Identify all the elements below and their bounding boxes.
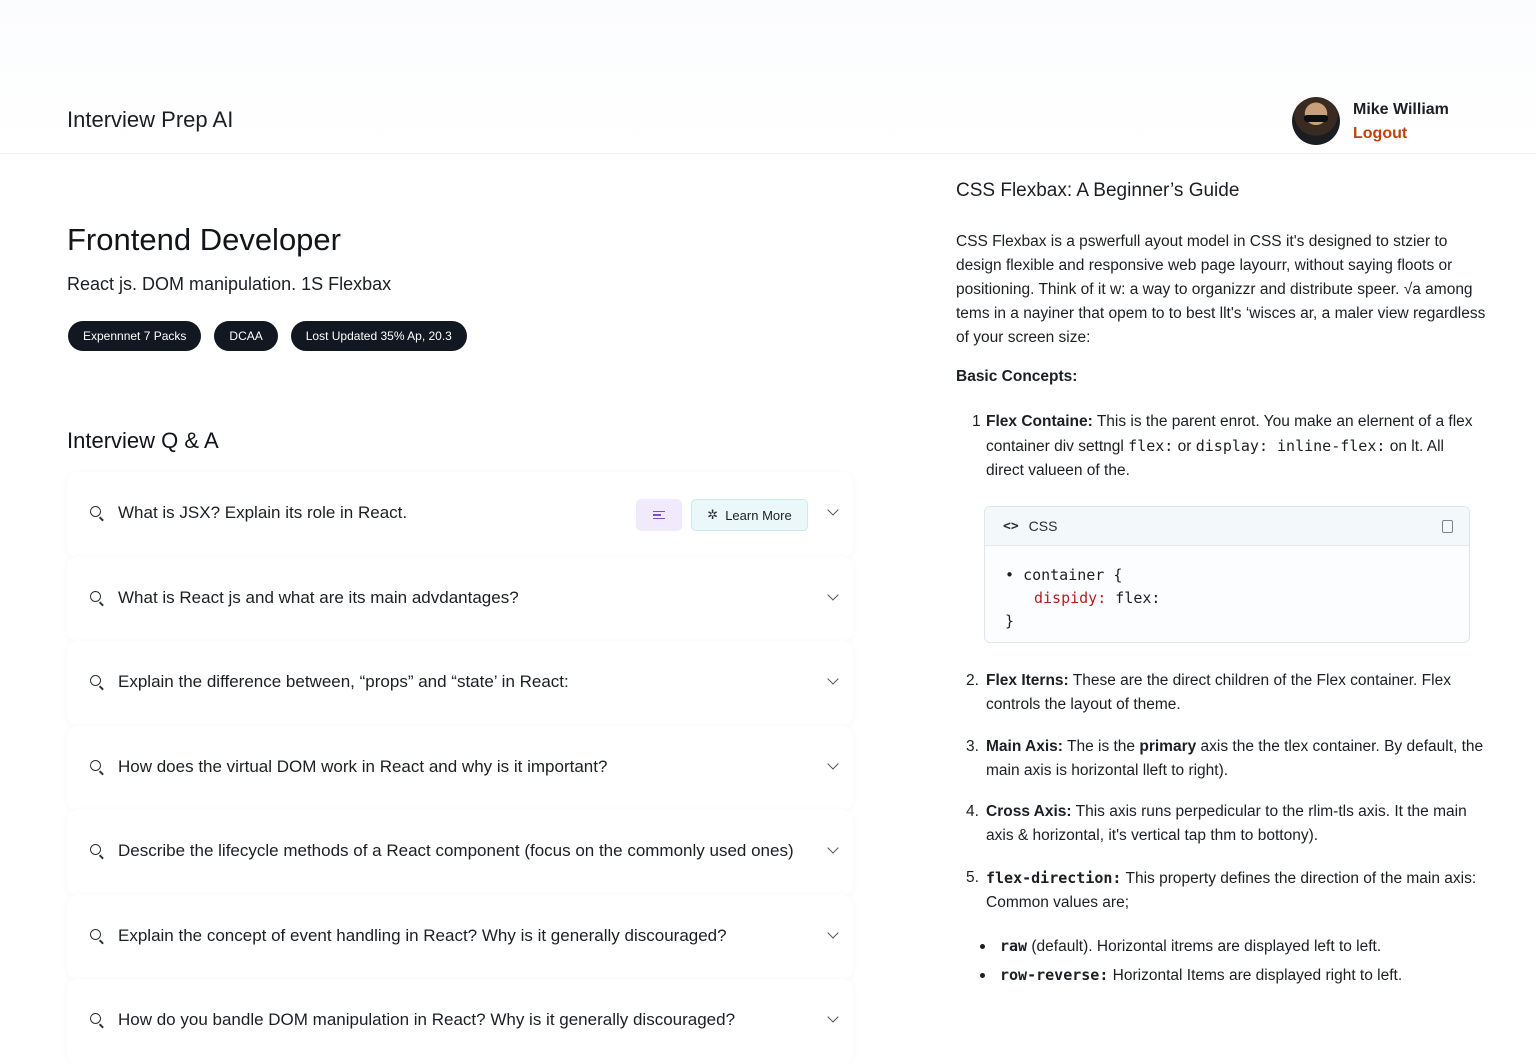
- code-block-header: <> CSS: [985, 507, 1469, 546]
- item-number: 5.: [966, 869, 979, 886]
- concepts-heading: Basic Concepts:: [956, 368, 1078, 385]
- guide-intro: CSS Flexbax is a pswerfull ayout model i…: [956, 233, 1486, 346]
- flex-direction-values: raw (default). Horizontal itrems are dis…: [979, 932, 1403, 990]
- concept-item-4: 4. Cross Axis: This axis runs perpedicul…: [966, 800, 1496, 848]
- qa-item[interactable]: What is React js and what are its main a…: [67, 556, 853, 641]
- qa-list: What is JSX? Explain its role in React. …: [67, 472, 853, 1064]
- value-text: Horizontal Items are displayed right to …: [1108, 967, 1403, 984]
- code-icon: <>: [1003, 518, 1019, 534]
- qa-item[interactable]: How do you bandle DOM manipulation in Re…: [67, 979, 853, 1064]
- value-text: (default). Horizontal itrems are display…: [1027, 938, 1382, 955]
- qa-item[interactable]: Explain the concept of event handling in…: [67, 894, 853, 979]
- concept-text: The is the: [1062, 738, 1140, 755]
- item-number: 4.: [966, 803, 979, 820]
- code-line: container {: [1023, 566, 1123, 584]
- avatar-glasses: [1304, 115, 1328, 122]
- logout-link[interactable]: Logout: [1353, 125, 1407, 143]
- item-number: 2.: [966, 672, 979, 689]
- question-icon: [90, 506, 101, 517]
- concept-item-1: 1 Flex Containe: This is the parent enro…: [972, 410, 1474, 483]
- question-text: Explain the concept of event handling in…: [118, 925, 727, 945]
- concept-term: Cross Axis:: [986, 803, 1072, 820]
- chevron-down-icon[interactable]: [827, 926, 839, 939]
- user-avatar[interactable]: [1292, 97, 1340, 145]
- value-term: raw: [1000, 937, 1028, 955]
- last-updated-badge: Lost Updated 35% Ap, 20.3: [290, 321, 467, 351]
- list-item: row-reverse: Horizontal Items are displa…: [979, 961, 1403, 990]
- inline-code: display: inline-flex:: [1195, 437, 1386, 455]
- question-text: Explain the difference between, “props” …: [118, 672, 569, 691]
- question-icon: [90, 928, 101, 940]
- qa-item[interactable]: Explain the difference between, “props” …: [67, 641, 853, 726]
- question-icon: [90, 675, 101, 686]
- pin-button[interactable]: [636, 499, 682, 531]
- code-language: CSS: [1028, 518, 1058, 534]
- code-block: <> CSS • container { dispidy: flex: }: [984, 506, 1470, 643]
- chevron-down-icon[interactable]: [827, 588, 839, 601]
- qa-section-title: Interview Q & A: [67, 428, 219, 453]
- chevron-down-icon[interactable]: [827, 673, 839, 685]
- questions-badge: DCAA: [214, 321, 278, 351]
- question-text: What is React js and what are its main a…: [118, 587, 519, 607]
- pin-icon: [653, 509, 665, 522]
- concept-item-2: 2. Flex Iterns: These are the direct chi…: [966, 669, 1496, 717]
- code-content: • container { dispidy: flex: }: [1005, 566, 1161, 630]
- app-title: Interview Prep AI: [67, 107, 234, 132]
- question-icon: [90, 590, 101, 602]
- role-title: Frontend Developer: [67, 222, 341, 257]
- code-line: }: [1005, 612, 1015, 630]
- guide-title: CSS Flexbax: A Beginner’s Guide: [956, 180, 1240, 201]
- concept-emphasis: primary: [1139, 738, 1197, 755]
- chevron-down-icon[interactable]: [827, 1011, 839, 1023]
- inline-code: flex:: [1128, 437, 1174, 455]
- item-number: 1: [972, 413, 981, 430]
- qa-item[interactable]: Describe the lifecycle methods of a Reac…: [67, 810, 853, 895]
- concept-text: or: [1173, 438, 1196, 455]
- question-text: What is JSX? Explain its role in React.: [118, 503, 408, 522]
- badge-row: Expennnet 7 Packs DCAA Lost Updated 35% …: [68, 321, 467, 351]
- question-text: Describe the lifecycle methods of a Reac…: [118, 841, 794, 860]
- chevron-down-icon[interactable]: [827, 757, 839, 770]
- learn-more-label: Learn More: [725, 507, 792, 523]
- question-icon: [90, 844, 101, 855]
- copy-icon[interactable]: [1442, 520, 1453, 533]
- concept-term: Flex Iterns:: [986, 672, 1069, 689]
- concept-term: Main Axis:: [986, 738, 1063, 755]
- qa-item[interactable]: How does the virtual DOM work in React a…: [67, 725, 853, 810]
- experience-badge: Expennnet 7 Packs: [68, 321, 202, 351]
- user-name: Mike William: [1353, 101, 1449, 118]
- concept-item-3: 3. Main Axis: The is the primary axis th…: [966, 735, 1496, 783]
- role-topics: React js. DOM manipulation. 1S Flexbax: [67, 274, 392, 294]
- chevron-down-icon[interactable]: [827, 842, 839, 854]
- concept-term: flex-direction:: [986, 869, 1122, 887]
- code-property: dispidy:: [1034, 589, 1107, 607]
- sparkle-icon: ✲: [707, 507, 719, 522]
- qa-item[interactable]: What is JSX? Explain its role in React. …: [67, 472, 853, 557]
- learn-more-button[interactable]: ✲ Learn More: [691, 499, 808, 531]
- concept-term: Flex Containe:: [986, 413, 1093, 430]
- concept-item-5: 5. flex-direction: This property defines…: [966, 866, 1496, 915]
- code-value: flex:: [1106, 589, 1161, 607]
- question-text: How do you bandle DOM manipulation in Re…: [118, 1010, 736, 1029]
- chevron-down-icon[interactable]: [827, 504, 839, 516]
- value-term: row-reverse:: [1000, 966, 1109, 984]
- question-text: How does the virtual DOM work in React a…: [118, 756, 608, 776]
- question-icon: [90, 759, 101, 771]
- item-number: 3.: [966, 738, 979, 755]
- top-bar: Interview Prep AI Mike William Logout: [0, 0, 1536, 154]
- question-icon: [90, 1013, 101, 1024]
- list-item: raw (default). Horizontal itrems are dis…: [979, 932, 1402, 961]
